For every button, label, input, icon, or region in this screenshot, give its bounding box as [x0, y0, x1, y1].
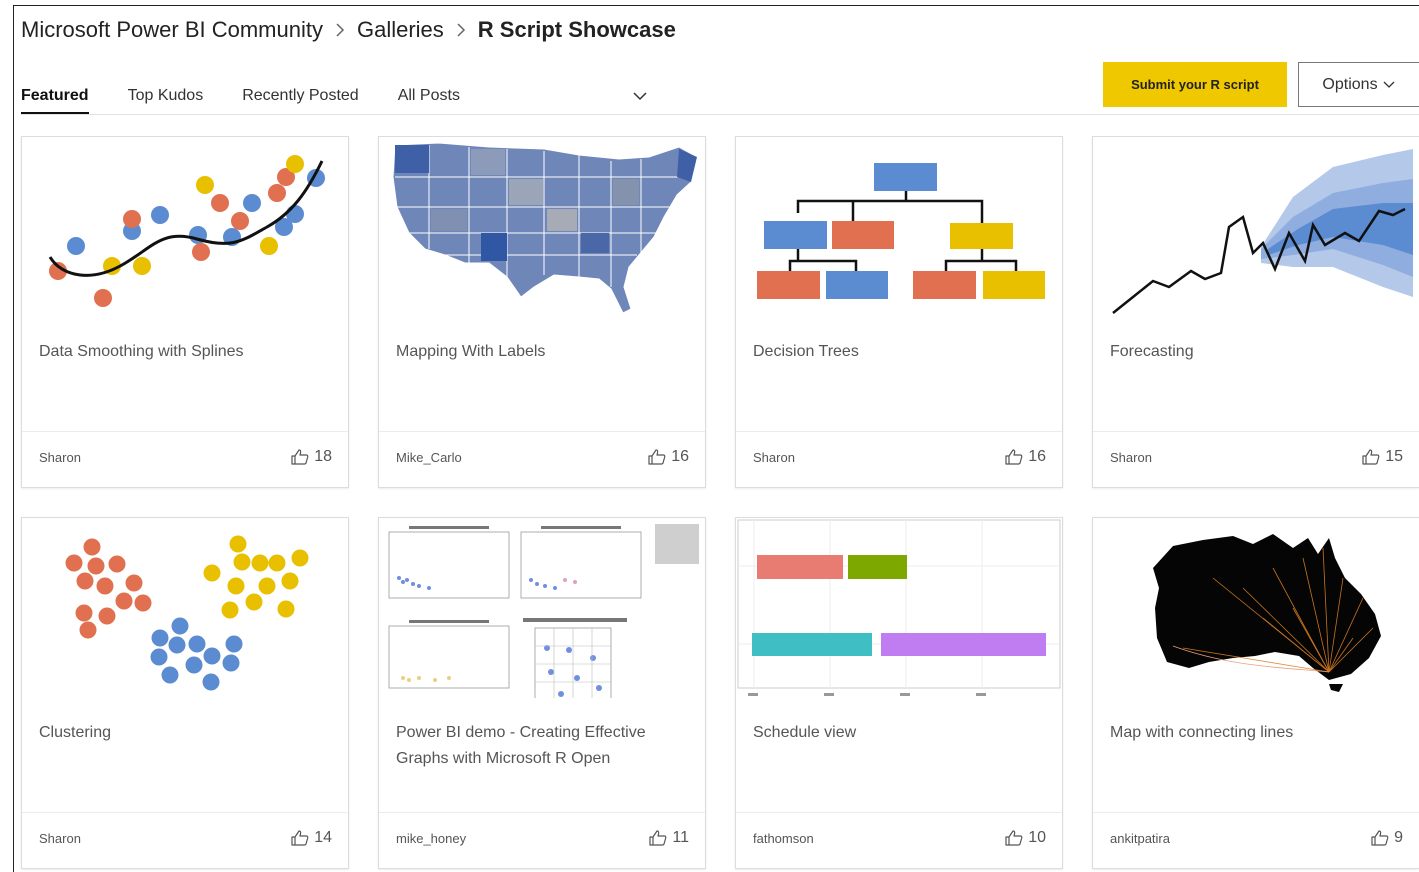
card-author[interactable]: Sharon — [39, 450, 81, 465]
card-thumbnail — [736, 518, 1062, 698]
card-author[interactable]: Sharon — [39, 831, 81, 846]
chevron-down-icon[interactable] — [632, 88, 648, 104]
thumbs-up-icon — [1005, 830, 1023, 846]
card-mapping-labels[interactable]: Mapping With Labels Mike_Carlo 16 — [378, 136, 706, 488]
kudos-value: 15 — [1385, 448, 1403, 465]
breadcrumb-current: R Script Showcase — [477, 17, 676, 42]
kudos-count[interactable]: 11 — [649, 829, 689, 847]
us-map-thumbnail-image — [392, 142, 698, 314]
card-title[interactable]: Data Smoothing with Splines — [39, 339, 329, 365]
thumbs-up-icon — [1005, 449, 1023, 465]
card-author[interactable]: ankitpatira — [1110, 831, 1170, 846]
kudos-value: 9 — [1394, 829, 1403, 846]
card-thumbnail — [379, 137, 705, 317]
kudos-count[interactable]: 15 — [1362, 448, 1403, 466]
card-thumbnail — [1093, 137, 1419, 317]
card-thumbnail — [22, 137, 348, 317]
tab-top-kudos[interactable]: Top Kudos — [128, 84, 204, 112]
card-clustering[interactable]: Clustering Sharon 14 — [21, 517, 349, 869]
card-author[interactable]: Sharon — [753, 450, 795, 465]
card-data-smoothing[interactable]: Data Smoothing with Splines Sharon 18 — [21, 136, 349, 488]
card-author[interactable]: mike_honey — [396, 831, 466, 846]
card-divider — [22, 812, 348, 813]
kudos-value: 16 — [1028, 448, 1046, 465]
kudos-count[interactable]: 14 — [291, 829, 332, 847]
thumbs-up-icon — [291, 830, 309, 846]
panel-plots-thumbnail-image — [388, 524, 699, 698]
card-forecasting[interactable]: Forecasting Sharon 15 — [1092, 136, 1419, 488]
card-title[interactable]: Decision Trees — [753, 339, 1043, 365]
window-border-top — [13, 5, 1419, 6]
thumbs-up-icon — [1362, 449, 1380, 465]
card-decision-trees[interactable]: Decision Trees Sharon 16 — [735, 136, 1063, 488]
card-thumbnail — [379, 518, 705, 698]
schedule-thumbnail-image — [737, 519, 1061, 696]
thumbs-up-icon — [648, 449, 666, 465]
card-divider — [1093, 431, 1419, 432]
decision-tree-thumbnail-image — [757, 163, 1045, 299]
tab-recently-posted[interactable]: Recently Posted — [242, 84, 359, 112]
card-title[interactable]: Schedule view — [753, 720, 1043, 746]
card-title[interactable]: Map with connecting lines — [1110, 720, 1400, 746]
card-schedule-view[interactable]: Schedule view fathomson 10 — [735, 517, 1063, 869]
card-divider — [736, 431, 1062, 432]
spline-thumbnail-image — [48, 155, 325, 307]
card-author[interactable]: Sharon — [1110, 450, 1152, 465]
tabs-divider — [21, 114, 1419, 115]
card-title[interactable]: Power BI demo - Creating Effective Graph… — [396, 720, 686, 772]
options-label: Options — [1322, 75, 1378, 93]
breadcrumb-link-community[interactable]: Microsoft Power BI Community — [21, 17, 323, 43]
card-title[interactable]: Mapping With Labels — [396, 339, 686, 365]
card-author[interactable]: Mike_Carlo — [396, 450, 462, 465]
australia-map-thumbnail-image — [1153, 534, 1381, 692]
card-map-connecting-lines[interactable]: Map with connecting lines ankitpatira 9 — [1092, 517, 1419, 869]
card-divider — [379, 812, 705, 813]
card-title[interactable]: Forecasting — [1110, 339, 1400, 365]
thumbs-up-icon — [1371, 830, 1389, 846]
clustering-thumbnail-image — [65, 535, 309, 691]
card-thumbnail — [22, 518, 348, 698]
card-divider — [1093, 812, 1419, 813]
kudos-value: 18 — [314, 448, 332, 465]
kudos-count[interactable]: 10 — [1005, 829, 1046, 847]
chevron-right-icon — [456, 23, 466, 37]
breadcrumb-link-galleries[interactable]: Galleries — [357, 17, 444, 43]
kudos-value: 16 — [671, 448, 689, 465]
tab-all-posts[interactable]: All Posts — [398, 84, 460, 112]
chevron-down-icon — [1383, 81, 1395, 88]
tab-featured[interactable]: Featured — [21, 84, 89, 115]
chevron-right-icon — [335, 23, 345, 37]
kudos-value: 11 — [672, 829, 689, 846]
card-divider — [736, 812, 1062, 813]
thumbs-up-icon — [291, 449, 309, 465]
card-thumbnail — [1093, 518, 1419, 698]
kudos-count[interactable]: 16 — [648, 448, 689, 466]
card-thumbnail — [736, 137, 1062, 317]
kudos-count[interactable]: 9 — [1371, 829, 1403, 847]
card-author[interactable]: fathomson — [753, 831, 814, 846]
kudos-value: 14 — [314, 829, 332, 846]
thumbs-up-icon — [649, 830, 667, 846]
forecast-thumbnail-image — [1112, 149, 1413, 314]
kudos-value: 10 — [1028, 829, 1046, 846]
breadcrumb: Microsoft Power BI Community Galleries R… — [21, 14, 676, 46]
gallery-tabs: Featured Top Kudos Recently Posted All P… — [21, 84, 499, 115]
card-divider — [379, 431, 705, 432]
kudos-count[interactable]: 16 — [1005, 448, 1046, 466]
kudos-count[interactable]: 18 — [291, 448, 332, 466]
submit-r-script-button[interactable]: Submit your R script — [1103, 62, 1287, 107]
options-button[interactable]: Options — [1298, 62, 1419, 107]
card-title[interactable]: Clustering — [39, 720, 329, 746]
window-border-left — [13, 5, 14, 872]
card-power-bi-demo[interactable]: Power BI demo - Creating Effective Graph… — [378, 517, 706, 869]
card-divider — [22, 431, 348, 432]
